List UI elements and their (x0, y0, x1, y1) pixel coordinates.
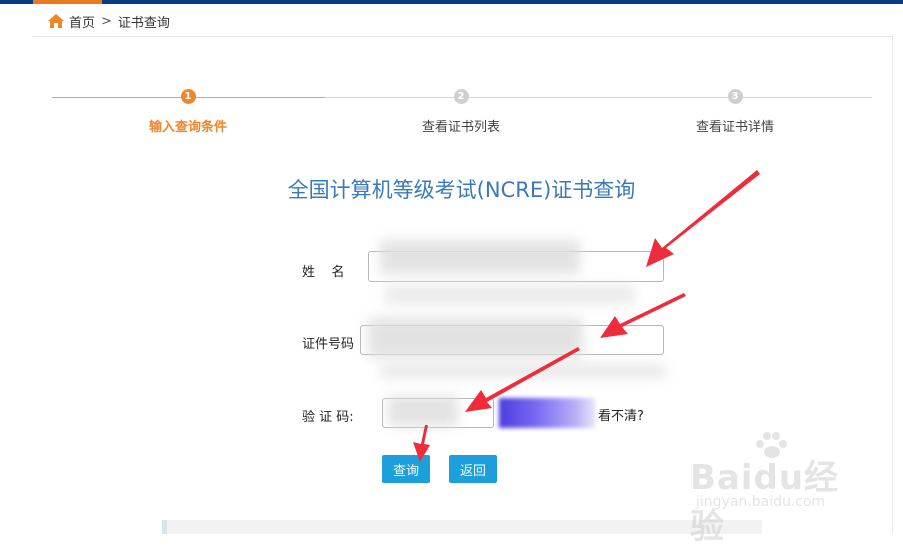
breadcrumb: 首页 > 证书查询 (47, 11, 170, 31)
progress-steps: 1 输入查询条件 2 查看证书列表 3 查看证书详情 (52, 88, 872, 138)
watermark-sub: jingyan.baidu.com (696, 494, 826, 510)
step-2-label: 查看证书列表 (421, 120, 500, 135)
home-icon[interactable] (47, 13, 65, 29)
captcha-image[interactable] (499, 398, 595, 428)
step-3-label: 查看证书详情 (695, 120, 774, 135)
captcha-label: 验 证 码: (302, 410, 354, 425)
name-redaction (380, 240, 580, 274)
id-redaction (368, 318, 583, 358)
step-3: 3 查看证书详情 (645, 89, 825, 135)
back-button[interactable]: 返回 (449, 455, 497, 483)
name-label: 姓 名 (302, 265, 345, 280)
query-button[interactable]: 查询 (382, 455, 430, 483)
top-bar-accent (33, 0, 102, 4)
breadcrumb-home-link[interactable]: 首页 (69, 12, 95, 31)
footer-bar (162, 520, 762, 534)
page-title: 全国计算机等级考试(NCRE)证书查询 (287, 178, 636, 202)
name-redaction-2 (385, 285, 635, 305)
breadcrumb-current: 证书查询 (117, 15, 170, 31)
header-divider (33, 36, 893, 37)
step-2: 2 查看证书列表 (371, 89, 551, 135)
breadcrumb-separator: > (101, 13, 112, 29)
id-label: 证件号码 (302, 337, 355, 352)
step-2-number: 2 (453, 89, 469, 104)
captcha-redaction (388, 396, 458, 426)
step-1: 1 输入查询条件 (98, 89, 278, 135)
id-redaction-2 (380, 364, 665, 378)
step-3-number: 3 (727, 89, 743, 104)
content-right-border (892, 36, 893, 534)
top-bar (0, 0, 903, 4)
step-1-label: 输入查询条件 (148, 120, 227, 135)
footer-bar-edge (162, 520, 167, 534)
step-1-number: 1 (180, 89, 196, 104)
baidu-watermark: Baidu经验 jingyan.baidu.com (690, 432, 860, 547)
captcha-refresh-link[interactable]: 看不清? (598, 405, 644, 424)
